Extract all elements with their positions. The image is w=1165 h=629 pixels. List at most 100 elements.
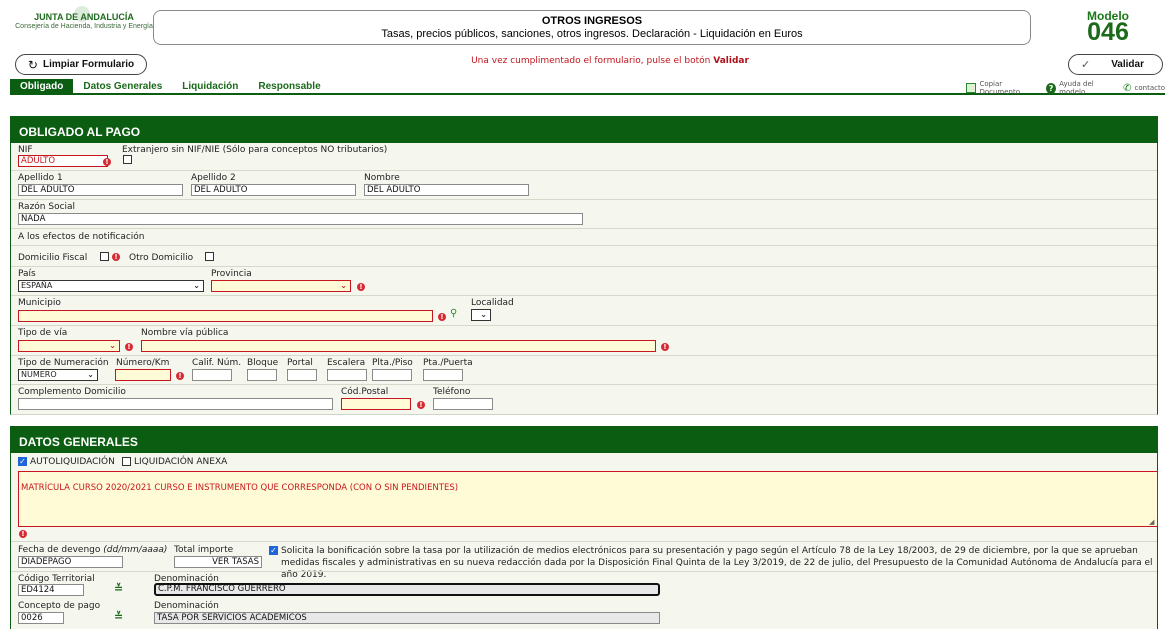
total-importe-input[interactable]: VER TASAS bbox=[174, 556, 262, 568]
fecha-devengo-label: Fecha de devengo (dd/mm/aaaa) bbox=[18, 545, 168, 555]
double-chevron-down-icon[interactable]: ≚ bbox=[114, 582, 123, 595]
municipio-error-icon: ! bbox=[438, 313, 446, 321]
validate-label: Validar bbox=[1111, 59, 1144, 70]
nif-label: NIF bbox=[18, 145, 33, 155]
numero-input[interactable] bbox=[115, 369, 171, 381]
provincia-select[interactable]: ⌄ bbox=[211, 280, 351, 292]
divider bbox=[11, 325, 1157, 326]
provincia-error-icon: ! bbox=[357, 283, 365, 291]
numero-error-icon: ! bbox=[176, 372, 184, 380]
search-location-icon[interactable]: ⚲ bbox=[450, 308, 457, 319]
form-title: OTROS INGRESOS bbox=[541, 15, 643, 27]
divider bbox=[11, 541, 1157, 542]
denominacion-centro-input: C.P.M. FRANCISCO GUERRERO bbox=[154, 583, 660, 596]
apellido2-label: Apellido 2 bbox=[191, 173, 236, 183]
help-link[interactable]: Ayuda del modelo bbox=[1059, 80, 1118, 96]
liquidacion-anexa-label: LIQUIDACIÓN ANEXA bbox=[134, 457, 228, 467]
puerta-input[interactable] bbox=[423, 369, 463, 381]
escalera-input[interactable] bbox=[327, 369, 367, 381]
refresh-icon: ↻ bbox=[27, 57, 38, 72]
datos-generales-heading: DATOS GENERALES bbox=[11, 426, 1157, 453]
divider bbox=[11, 266, 1157, 267]
tab-obligado[interactable]: Obligado bbox=[10, 79, 74, 94]
divider bbox=[11, 571, 1157, 572]
otro-domicilio-label: Otro Domicilio bbox=[129, 253, 194, 263]
calif-label: Calif. Núm. bbox=[192, 358, 242, 368]
codigo-territorial-label: Código Territorial bbox=[18, 574, 95, 584]
chevron-down-icon: ⌄ bbox=[480, 310, 487, 319]
bloque-input[interactable] bbox=[247, 369, 277, 381]
apellido2-input[interactable]: DEL ADULTO bbox=[191, 184, 356, 196]
tab-responsable[interactable]: Responsable bbox=[248, 79, 330, 94]
tipo-via-label: Tipo de vía bbox=[18, 328, 68, 338]
nombre-via-input[interactable] bbox=[141, 340, 656, 352]
divider bbox=[11, 295, 1157, 296]
codigo-territorial-input[interactable]: ED4124 bbox=[18, 584, 84, 596]
double-chevron-down-icon[interactable]: ≚ bbox=[114, 610, 123, 623]
total-importe-label: Total importe bbox=[174, 545, 234, 555]
complemento-label: Complemento Domicilio bbox=[18, 387, 126, 397]
copy-document-link[interactable]: Copiar Documento bbox=[979, 80, 1040, 96]
divider bbox=[11, 199, 1157, 200]
liquidacion-anexa-checkbox[interactable] bbox=[122, 457, 131, 466]
org-name: JUNTA DE ANDALUCÍA bbox=[34, 12, 134, 22]
notificacion-label: A los efectos de notificación bbox=[18, 232, 145, 242]
concepto-pago-input[interactable]: 0026 bbox=[18, 612, 64, 624]
divider bbox=[11, 384, 1157, 385]
nif-error-icon: ! bbox=[103, 158, 111, 166]
complemento-input[interactable] bbox=[18, 398, 333, 410]
modelo-number: 046 bbox=[1087, 18, 1129, 46]
apellido1-input[interactable]: DEL ADULTO bbox=[18, 184, 183, 196]
resize-handle-icon[interactable]: ◢ bbox=[1149, 518, 1154, 526]
help-icon: ? bbox=[1045, 82, 1057, 94]
municipio-label: Municipio bbox=[18, 298, 61, 308]
cp-error-icon: ! bbox=[417, 401, 425, 409]
descripcion-textarea[interactable]: MATRÍCULA CURSO 2020/2021 CURSO E INSTRU… bbox=[18, 471, 1158, 527]
domicilio-error-icon: ! bbox=[112, 253, 120, 261]
razon-social-input[interactable]: NADA bbox=[18, 213, 583, 225]
check-icon: ✓ bbox=[1081, 59, 1091, 71]
domicilio-fiscal-label: Domicilio Fiscal bbox=[18, 253, 88, 263]
tipo-numeracion-select[interactable]: NUMERO ⌄ bbox=[18, 369, 98, 381]
tab-liquidacion[interactable]: Liquidación bbox=[172, 79, 248, 94]
portal-label: Portal bbox=[287, 358, 313, 368]
pais-label: País bbox=[18, 269, 36, 279]
denominacion-concepto-input: TASA POR SERVICIOS ACADÉMICOS bbox=[154, 612, 660, 624]
cp-input[interactable] bbox=[341, 398, 411, 410]
nombre-via-label: Nombre vía pública bbox=[141, 328, 229, 338]
extranjero-checkbox[interactable] bbox=[123, 155, 132, 164]
nif-input[interactable]: ADULTO bbox=[18, 155, 108, 167]
nombre-input[interactable]: DEL ADULTO bbox=[364, 184, 529, 196]
tipo-numeracion-label: Tipo de Numeración bbox=[18, 358, 109, 368]
concepto-pago-label: Concepto de pago bbox=[18, 601, 101, 611]
tab-datos-generales[interactable]: Datos Generales bbox=[73, 79, 172, 94]
obligado-heading: OBLIGADO AL PAGO bbox=[11, 116, 1157, 143]
denominacion-label: Denominación bbox=[154, 601, 219, 611]
datos-generales-section: DATOS GENERALES ✓ AUTOLIQUIDACIÓN LIQUID… bbox=[10, 426, 1158, 629]
municipio-input[interactable] bbox=[18, 310, 433, 322]
chevron-down-icon: ⌄ bbox=[193, 281, 200, 290]
numero-label: Número/Km bbox=[116, 358, 170, 368]
razon-social-label: Razón Social bbox=[18, 202, 76, 212]
clear-form-button[interactable]: ↻ Limpiar Formulario bbox=[15, 54, 147, 75]
bonificacion-checkbox[interactable]: ✓ bbox=[269, 546, 278, 555]
calif-input[interactable] bbox=[192, 369, 232, 381]
otro-domicilio-checkbox[interactable] bbox=[205, 252, 214, 261]
fecha-devengo-input[interactable]: DIADEPAGO bbox=[18, 556, 123, 568]
planta-input[interactable] bbox=[372, 369, 412, 381]
nombre-via-error-icon: ! bbox=[661, 343, 669, 351]
tipo-via-select[interactable]: ⌄ bbox=[18, 340, 120, 352]
clear-form-label: Limpiar Formulario bbox=[42, 59, 135, 70]
telefono-input[interactable] bbox=[433, 398, 493, 410]
contact-link[interactable]: contacto bbox=[1135, 84, 1165, 92]
portal-input[interactable] bbox=[287, 369, 317, 381]
autoliquidacion-checkbox[interactable]: ✓ bbox=[18, 457, 27, 466]
tools-bar: Copiar Documento ? Ayuda del modelo ✆ co… bbox=[966, 80, 1165, 96]
telefono-label: Teléfono bbox=[433, 387, 471, 397]
domicilio-fiscal-checkbox[interactable] bbox=[100, 252, 109, 261]
validate-button[interactable]: ✓ Validar bbox=[1068, 54, 1163, 75]
pais-select[interactable]: ESPAÑA ⌄ bbox=[18, 280, 204, 292]
divider bbox=[11, 245, 1157, 246]
localidad-select[interactable]: ⌄ bbox=[471, 309, 491, 321]
copy-icon bbox=[966, 83, 977, 93]
